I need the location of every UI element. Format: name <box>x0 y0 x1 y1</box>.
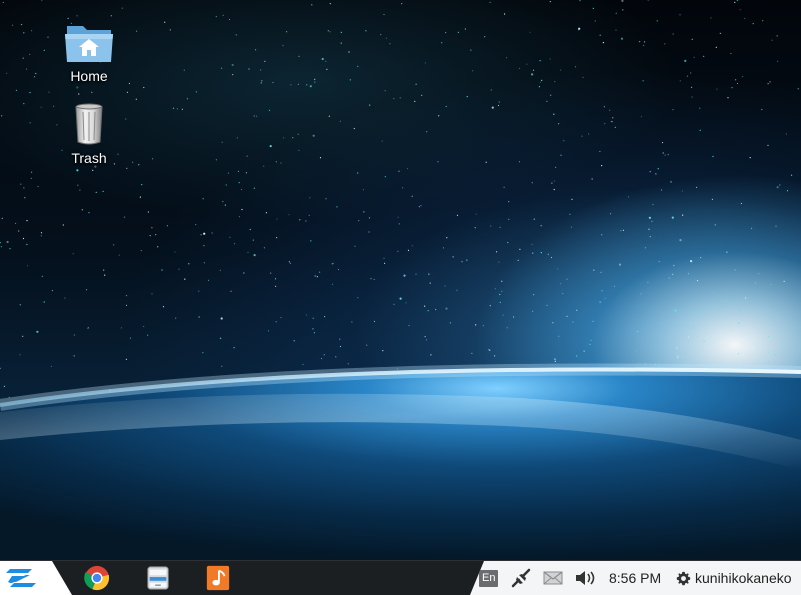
start-menu-button[interactable] <box>0 561 72 595</box>
trash-icon <box>75 103 103 145</box>
user-menu[interactable]: kunihikokaneko <box>676 561 792 595</box>
volume-indicator[interactable] <box>574 561 596 595</box>
chrome-icon <box>84 565 110 591</box>
file-manager-icon <box>147 566 169 590</box>
chrome-launcher[interactable] <box>83 565 111 591</box>
clock[interactable]: 8:56 PM <box>609 561 661 595</box>
gear-icon <box>676 571 691 585</box>
language-label: En <box>479 569 499 587</box>
zorin-logo-icon <box>6 569 36 587</box>
music-launcher[interactable] <box>204 565 232 591</box>
desktop[interactable]: Home Trash <box>0 0 801 560</box>
volume-icon <box>576 571 595 585</box>
music-player-icon <box>206 565 230 591</box>
taskbar: En 8:56 PM kunihikokaneko <box>0 560 801 595</box>
wallpaper-planet <box>0 363 801 560</box>
mail-icon <box>543 571 563 585</box>
desktop-icon-label: Home <box>70 68 108 84</box>
file-manager-launcher[interactable] <box>144 565 172 591</box>
system-tray: En 8:56 PM kunihikokaneko <box>470 561 801 595</box>
desktop-icon-label: Trash <box>71 150 107 166</box>
desktop-icon-home[interactable]: Home <box>49 20 129 84</box>
home-folder-icon <box>65 26 113 62</box>
network-disconnected-icon <box>511 568 531 588</box>
network-indicator[interactable] <box>510 561 532 595</box>
username-label: kunihikokaneko <box>695 570 792 586</box>
desktop-icon-trash[interactable]: Trash <box>49 102 129 166</box>
mail-indicator[interactable] <box>542 561 564 595</box>
keyboard-layout-indicator[interactable]: En <box>479 561 499 595</box>
